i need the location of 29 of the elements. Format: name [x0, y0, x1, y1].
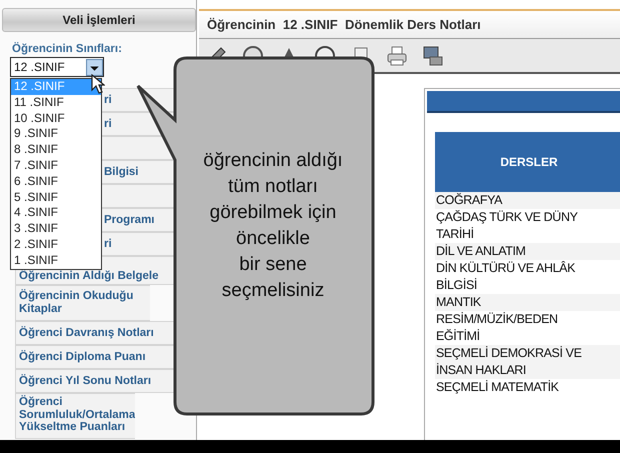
- dropdown-option[interactable]: 11 .SINIF: [11, 94, 101, 111]
- dropdown-option[interactable]: 3 .SINIF: [11, 221, 101, 237]
- page-title: Öğrencinin 12 .SINIF Dönemlik Ders Notları: [199, 9, 620, 39]
- table-cell-text: ÇAĞDAŞ TÜRK VE DÜNY TARİHİ: [435, 209, 579, 243]
- dropdown-option[interactable]: 6 .SINIF: [11, 174, 101, 190]
- menu-item[interactable]: Öğrenci Sorumluluk/Ortalama Yükseltme Puanları: [15, 393, 135, 438]
- field-label: Öğrencinin Sınıfları:: [12, 43, 123, 55]
- dropdown-option[interactable]: 4 .SINIF: [11, 205, 101, 222]
- class-dropdown[interactable]: 12 .SINIF: [10, 57, 104, 77]
- table-cell-text: RESİM/MÜZİK/BEDEN EĞİTİMİ: [435, 311, 559, 345]
- table-cell: SEÇMELİ DEMOKRASİ VE İNSAN HAKLARI: [435, 345, 620, 379]
- printer-icon[interactable]: [385, 44, 409, 68]
- dropdown-option[interactable]: 2 .SINIF: [11, 236, 101, 253]
- computer-icon[interactable]: [421, 44, 445, 68]
- table-cell-text: SEÇMELİ MATEMATİK: [435, 379, 560, 396]
- dropdown-option[interactable]: 5 .SINIF: [11, 190, 101, 206]
- callout-text: öğrencinin aldığı tüm notları görebilmek için öncelikle bir sene seçmelisiniz: [202, 149, 344, 303]
- dropdown-option[interactable]: 10 .SINIF: [11, 110, 101, 126]
- dropdown-option[interactable]: 7 .SINIF: [11, 158, 101, 174]
- panel-header: Veli İşlemleri: [2, 8, 196, 32]
- table-cell: MANTIK: [435, 294, 620, 311]
- table-cell-text: DİN KÜLTÜRÜ VE AHLÂK BİLGİSİ: [435, 260, 576, 294]
- menu-item[interactable]: Öğrencinin Okuduğu Kitaplar: [15, 285, 150, 321]
- column-header: DERSLER: [435, 132, 620, 192]
- caret-icon: [86, 58, 103, 76]
- table-cell: DİL VE ANLATIM: [435, 243, 620, 260]
- table-cell: COĞRAFYA: [435, 192, 620, 209]
- dropdown-option[interactable]: 8 .SINIF: [11, 142, 101, 158]
- dropdown-option[interactable]: 9 .SINIF: [11, 126, 101, 142]
